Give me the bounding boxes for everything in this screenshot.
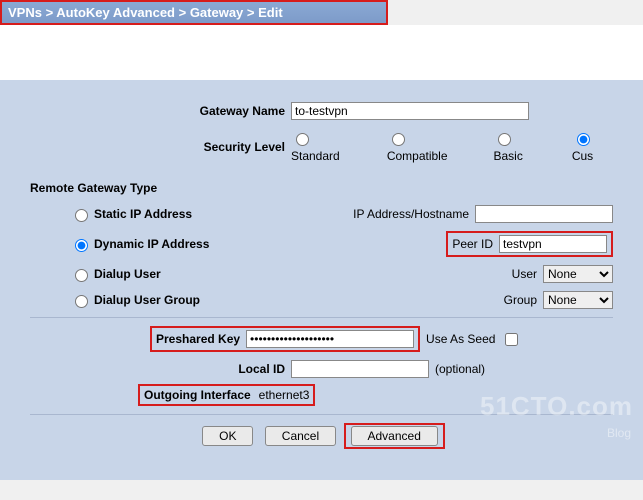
local-id-label: Local ID [30, 362, 291, 376]
security-custom-option[interactable]: Cus [572, 130, 613, 163]
static-ip-radio[interactable] [75, 209, 88, 222]
group-label: Group [300, 293, 543, 307]
cancel-button[interactable]: Cancel [265, 426, 336, 446]
dialup-user-label: Dialup User [94, 267, 161, 281]
outgoing-interface-value: ethernet3 [259, 388, 310, 402]
local-id-hint: (optional) [429, 362, 485, 376]
breadcrumb: VPNs > AutoKey Advanced > Gateway > Edit [0, 0, 388, 25]
local-id-input[interactable] [291, 360, 429, 378]
preshared-key-label: Preshared Key [156, 332, 246, 346]
outgoing-interface-label: Outgoing Interface [144, 388, 259, 402]
dynamic-ip-label: Dynamic IP Address [94, 237, 209, 251]
security-level-label: Security Level [30, 140, 291, 154]
form-panel: Gateway Name Security Level Standard Com… [0, 80, 643, 480]
dynamic-ip-radio[interactable] [75, 239, 88, 252]
remote-gateway-type-title: Remote Gateway Type [0, 181, 643, 195]
security-basic-option[interactable]: Basic [493, 130, 541, 163]
gateway-name-label: Gateway Name [30, 104, 291, 118]
outgoing-interface-highlight: Outgoing Interface ethernet3 [138, 384, 315, 406]
dialup-group-radio[interactable] [75, 295, 88, 308]
security-compatible-option[interactable]: Compatible [387, 130, 464, 163]
ip-hostname-label: IP Address/Hostname [300, 207, 475, 221]
divider [30, 317, 613, 318]
spacer [0, 25, 643, 80]
preshared-key-input[interactable] [246, 330, 414, 348]
static-ip-label: Static IP Address [94, 207, 192, 221]
peer-id-label: Peer ID [452, 237, 499, 251]
peer-id-input[interactable] [499, 235, 607, 253]
advanced-highlight: Advanced [344, 423, 445, 449]
security-standard-option[interactable]: Standard [291, 130, 357, 163]
preshared-key-highlight: Preshared Key [150, 326, 420, 352]
peer-id-highlight: Peer ID [446, 231, 613, 257]
user-select[interactable]: None [543, 265, 613, 283]
button-row: OK Cancel Advanced [0, 423, 643, 449]
divider-2 [30, 414, 613, 415]
user-label: User [300, 267, 543, 281]
ok-button[interactable]: OK [202, 426, 253, 446]
ip-hostname-input[interactable] [475, 205, 613, 223]
dialup-user-radio[interactable] [75, 269, 88, 282]
advanced-button[interactable]: Advanced [351, 426, 438, 446]
dialup-group-label: Dialup User Group [94, 293, 200, 307]
gateway-name-input[interactable] [291, 102, 529, 120]
group-select[interactable]: None [543, 291, 613, 309]
use-as-seed-label: Use As Seed [420, 332, 501, 346]
use-as-seed-checkbox[interactable] [505, 333, 518, 346]
